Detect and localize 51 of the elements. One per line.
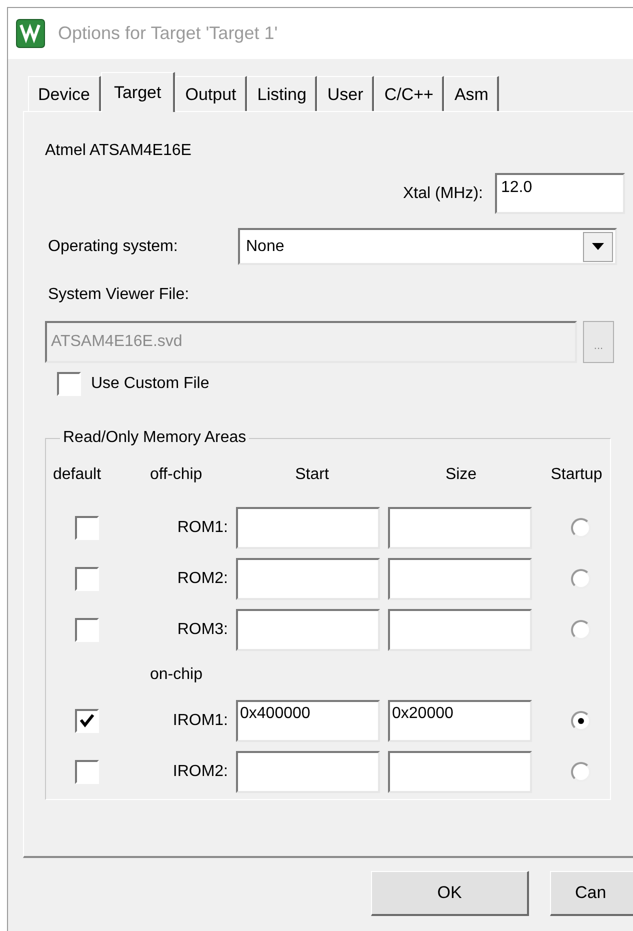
tab[interactable]: Listing bbox=[247, 76, 318, 111]
row-label: IROM1: bbox=[172, 710, 229, 730]
os-dropdown[interactable]: None bbox=[238, 228, 617, 265]
size-input[interactable] bbox=[388, 750, 532, 792]
radio-button[interactable] bbox=[570, 620, 590, 640]
column-header: Size bbox=[444, 465, 478, 485]
checkbox[interactable] bbox=[57, 372, 81, 396]
checkbox[interactable] bbox=[75, 708, 99, 732]
size-input[interactable] bbox=[388, 506, 532, 548]
checkbox[interactable] bbox=[75, 516, 99, 540]
column-header: Startup bbox=[550, 465, 604, 485]
tab[interactable]: Device bbox=[28, 76, 101, 111]
group-title: Read/Only Memory Areas bbox=[60, 428, 250, 448]
device-label: Atmel ATSAM4E16E bbox=[45, 141, 192, 161]
column-header: off-chip bbox=[149, 465, 204, 485]
svf-label: System Viewer File: bbox=[47, 285, 190, 305]
checkbox-label: Use Custom File bbox=[91, 374, 210, 394]
tab[interactable]: Asm bbox=[444, 76, 500, 111]
row-label: ROM2: bbox=[176, 568, 229, 588]
start-input[interactable] bbox=[236, 750, 380, 792]
tab[interactable]: Target bbox=[100, 72, 176, 112]
size-input[interactable]: 0x20000 bbox=[388, 700, 532, 742]
dialog-button[interactable]: Can bbox=[550, 871, 633, 916]
section-label: on-chip bbox=[150, 665, 202, 685]
xtal-label: Xtal (MHz): bbox=[403, 184, 483, 204]
start-input[interactable] bbox=[236, 506, 380, 548]
radio-button[interactable] bbox=[570, 710, 590, 730]
window-title: Options for Target 'Target 1' bbox=[58, 22, 278, 45]
row-label: IROM2: bbox=[172, 762, 229, 782]
radio-button[interactable] bbox=[570, 518, 590, 538]
radio-button[interactable] bbox=[570, 762, 590, 782]
row-label: ROM1: bbox=[176, 518, 229, 538]
column-header: Start bbox=[294, 465, 330, 485]
size-input[interactable] bbox=[388, 608, 532, 650]
app-logo-icon bbox=[16, 19, 45, 48]
start-input[interactable] bbox=[236, 608, 380, 650]
checkbox[interactable] bbox=[75, 618, 99, 642]
start-input[interactable]: 0x400000 bbox=[236, 700, 380, 742]
checkbox[interactable] bbox=[75, 760, 99, 784]
xtal-input[interactable]: 12.0 bbox=[495, 173, 625, 214]
tab[interactable]: User bbox=[317, 76, 374, 111]
start-input[interactable] bbox=[236, 558, 380, 600]
column-header: default bbox=[53, 465, 102, 485]
checkbox[interactable] bbox=[75, 566, 99, 590]
tab[interactable]: C/C++ bbox=[374, 76, 444, 111]
os-label: Operating system: bbox=[47, 236, 179, 256]
tab[interactable]: Output bbox=[175, 76, 248, 111]
row-label: ROM3: bbox=[176, 620, 229, 640]
size-input[interactable] bbox=[388, 558, 532, 600]
dialog-button[interactable]: OK bbox=[371, 871, 529, 916]
radio-button[interactable] bbox=[570, 568, 590, 588]
